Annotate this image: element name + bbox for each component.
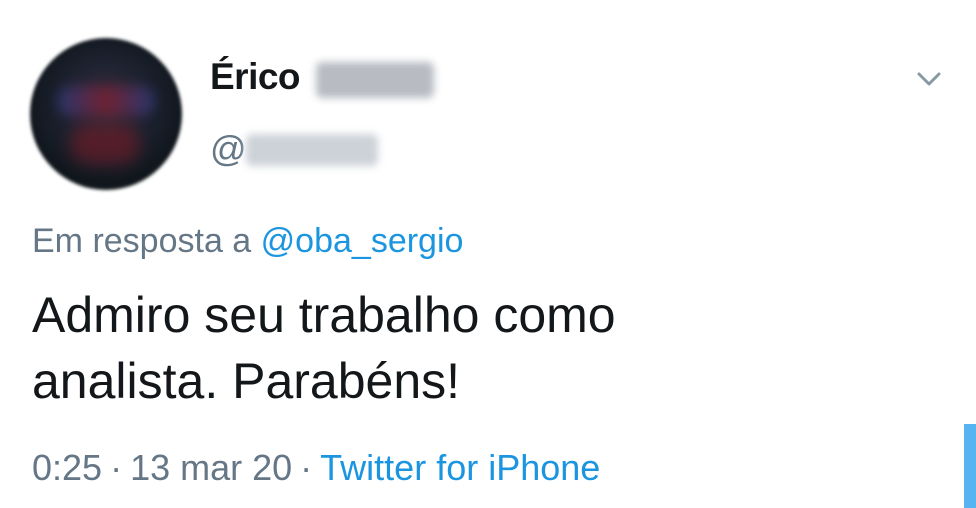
author-display-name[interactable]: Érico <box>210 56 301 98</box>
scroll-indicator <box>964 424 976 508</box>
tweet-text: Admiro seu trabalho como analista. Parab… <box>32 282 932 414</box>
reply-context: Em resposta a @oba_sergio <box>32 222 463 261</box>
tweet-text-line: analista. Parabéns! <box>32 353 461 409</box>
tweet-metadata: 0:25 · 13 mar 20 · Twitter for iPhone <box>32 447 600 489</box>
avatar[interactable] <box>30 38 182 190</box>
chevron-down-icon[interactable] <box>914 64 944 94</box>
meta-separator: · <box>300 447 313 488</box>
author-surname-redacted <box>316 62 434 98</box>
tweet-source-link[interactable]: Twitter for iPhone <box>320 447 600 488</box>
tweet-date[interactable]: 13 mar 20 <box>130 447 292 488</box>
author-handle-redacted <box>246 134 378 166</box>
reply-mention-link[interactable]: @oba_sergio <box>261 222 464 260</box>
tweet-time[interactable]: 0:25 <box>32 447 102 488</box>
author-handle-prefix[interactable]: @ <box>210 128 247 170</box>
tweet-text-line: Admiro seu trabalho como <box>32 287 616 343</box>
meta-separator: · <box>110 447 123 488</box>
reply-prefix: Em resposta a <box>32 222 252 260</box>
